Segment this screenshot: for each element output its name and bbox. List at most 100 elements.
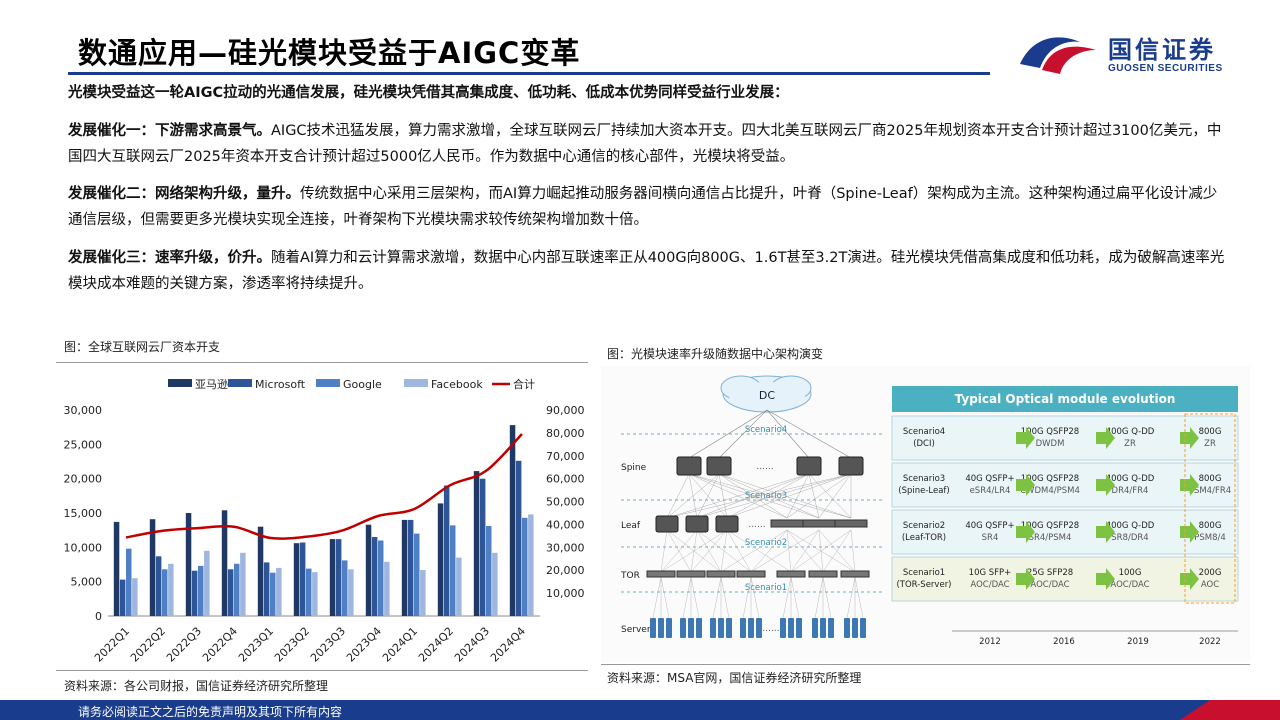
year-label: 2012 bbox=[979, 637, 1001, 647]
spine-switch-icon bbox=[838, 456, 864, 476]
scenario-label: Scenario4 bbox=[745, 425, 787, 435]
bar-Google bbox=[522, 517, 528, 616]
x-tick-label: 2022Q2 bbox=[128, 625, 168, 665]
catalyst-3-paragraph: 发展催化三：速率升级，价升。随着AI算力和云计算需求激增，数据中心内部互联速率正… bbox=[68, 245, 1228, 297]
server-icon bbox=[812, 618, 818, 638]
y-right-tick-label: 50,000 bbox=[546, 496, 585, 509]
legend-label: 合计 bbox=[513, 377, 535, 391]
catalyst-1-lead: 发展催化一：下游需求高景气。 bbox=[68, 123, 271, 139]
catalyst-2-lead: 发展催化二：网络架构升级，量升。 bbox=[68, 186, 300, 202]
server-icon bbox=[726, 618, 732, 638]
y-right-tick-label: 20,000 bbox=[546, 564, 585, 577]
server-icon bbox=[718, 618, 724, 638]
optical-evolution-diagram: DC Spine Leaf TOR Server Scenario4 Scenario3 S… bbox=[601, 366, 1250, 662]
row-scenario-sub: (Spine-Leaf) bbox=[898, 486, 950, 496]
year-label: 2016 bbox=[1053, 637, 1075, 647]
leaf-switch-icon bbox=[655, 515, 679, 533]
cell-module: 800G bbox=[1199, 521, 1222, 531]
cell-module: 25G SFP28 bbox=[1027, 568, 1073, 578]
bar-Google bbox=[306, 568, 312, 616]
bar-Microsoft bbox=[119, 579, 126, 616]
bar-Google bbox=[378, 540, 384, 616]
server-icon bbox=[844, 618, 850, 638]
year-label: 2022 bbox=[1199, 637, 1221, 647]
bar-Microsoft bbox=[443, 485, 450, 616]
row-scenario-label: Scenario4 bbox=[903, 427, 945, 437]
bar-Google bbox=[450, 525, 456, 616]
legend-label: Facebook bbox=[431, 378, 483, 391]
y-left-tick-label: 0 bbox=[95, 610, 102, 623]
bar-Facebook bbox=[312, 572, 318, 616]
server-icon bbox=[828, 618, 834, 638]
bar-Microsoft bbox=[155, 556, 162, 616]
chart-total-line bbox=[125, 433, 523, 540]
x-tick-label: 2023Q1 bbox=[236, 625, 276, 665]
company-logo: 国信证券 GUOSEN SECURITIES bbox=[1018, 28, 1248, 78]
bar-亚马逊 bbox=[365, 524, 372, 616]
row-scenario-sub: (Leaf-TOR) bbox=[902, 533, 946, 543]
legend-swatch bbox=[404, 379, 428, 387]
chart-legend: 亚马逊 Microsoft Google Facebook 合计 bbox=[168, 377, 535, 391]
scenario-label: Scenario3 bbox=[745, 491, 787, 501]
cell-spec: AOC/DAC bbox=[1030, 580, 1069, 590]
page-title: 数通应用—硅光模块受益于AIGC变革 bbox=[78, 36, 581, 70]
y-right-tick-label: 40,000 bbox=[546, 518, 585, 531]
bar-亚马逊 bbox=[113, 521, 120, 616]
tor-switch-icon bbox=[776, 570, 806, 578]
x-tick-label: 2022Q4 bbox=[200, 625, 240, 665]
bar-Google bbox=[126, 548, 132, 616]
dc-label: DC bbox=[759, 389, 775, 402]
x-tick-label: 2022Q1 bbox=[92, 625, 132, 665]
bar-Facebook bbox=[492, 552, 498, 616]
x-tick-label: 2024Q2 bbox=[416, 625, 456, 665]
y-right-tick-label: 10,000 bbox=[546, 587, 585, 600]
capex-chart: 亚马逊 Microsoft Google Facebook 合计 0 5,000 10,00… bbox=[64, 377, 585, 665]
cell-module: 400G Q-DD bbox=[1106, 474, 1155, 484]
row-scenario-label: Scenario2 bbox=[903, 521, 945, 531]
cell-spec: ZR bbox=[1124, 439, 1136, 449]
bar-Microsoft bbox=[263, 562, 270, 616]
x-tick-label: 2023Q4 bbox=[344, 625, 384, 665]
cell-module: 10G SFP+ bbox=[969, 568, 1012, 578]
x-tick-label: 2023Q3 bbox=[308, 625, 348, 665]
server-icon bbox=[666, 618, 672, 638]
bar-Google bbox=[162, 569, 168, 616]
server-icon bbox=[696, 618, 702, 638]
bar-Facebook bbox=[384, 561, 390, 616]
y-left-tick-label: 25,000 bbox=[64, 438, 103, 451]
legend-swatch bbox=[168, 379, 192, 387]
bar-Microsoft bbox=[227, 569, 234, 616]
bar-Microsoft bbox=[371, 537, 378, 616]
server-icon bbox=[688, 618, 694, 638]
cell-module: 40G QSFP+ bbox=[965, 521, 1014, 531]
scenario-label: Scenario2 bbox=[745, 538, 787, 548]
cell-module: 400G Q-DD bbox=[1106, 521, 1155, 531]
y-left-tick-label: 30,000 bbox=[64, 404, 103, 417]
bar-亚马逊 bbox=[257, 526, 264, 616]
table-title: Typical Optical module evolution bbox=[955, 392, 1176, 406]
tor-switch-icon bbox=[840, 570, 870, 578]
server-icon bbox=[788, 618, 794, 638]
layer-label: TOR bbox=[620, 571, 640, 581]
leaf-switch-icon bbox=[715, 515, 739, 533]
leaf-switch-flat-icon bbox=[834, 519, 868, 528]
bar-Facebook bbox=[168, 563, 174, 616]
catalyst-1-paragraph: 发展催化一：下游需求高景气。AIGC技术迅猛发展，算力需求激增，全球互联网云厂持… bbox=[68, 118, 1228, 170]
server-icon bbox=[680, 618, 686, 638]
cell-spec: eSR4/LR4 bbox=[970, 486, 1011, 496]
tor-switch-icon bbox=[808, 570, 838, 578]
footer-disclaimer: 请务必阅读正文之后的免责声明及其项下所有内容 bbox=[78, 705, 343, 719]
legend-label: Microsoft bbox=[255, 378, 306, 391]
catalyst-3-lead: 发展催化三：速率升级，价升。 bbox=[68, 250, 271, 266]
logo-en-text: GUOSEN SECURITIES bbox=[1108, 63, 1223, 74]
intro-paragraph: 光模块受益这一轮AIGC拉动的光通信发展，硅光模块凭借其高集成度、低功耗、低成本… bbox=[68, 85, 789, 101]
right-figure-source: 资料来源：MSA官网，国信证券经济研究所整理 bbox=[607, 671, 862, 685]
y-left-tick-label: 10,000 bbox=[64, 541, 103, 554]
layer-label: Leaf bbox=[621, 521, 641, 531]
bar-Facebook bbox=[420, 570, 426, 616]
cell-spec: AOC/DAC bbox=[970, 580, 1009, 590]
bar-Google bbox=[198, 565, 204, 616]
server-icon bbox=[796, 618, 802, 638]
catalyst-2-paragraph: 发展催化二：网络架构升级，量升。传统数据中心采用三层架构，而AI算力崛起推动服务… bbox=[68, 181, 1228, 233]
cell-module: 40G QSFP+ bbox=[965, 474, 1014, 484]
